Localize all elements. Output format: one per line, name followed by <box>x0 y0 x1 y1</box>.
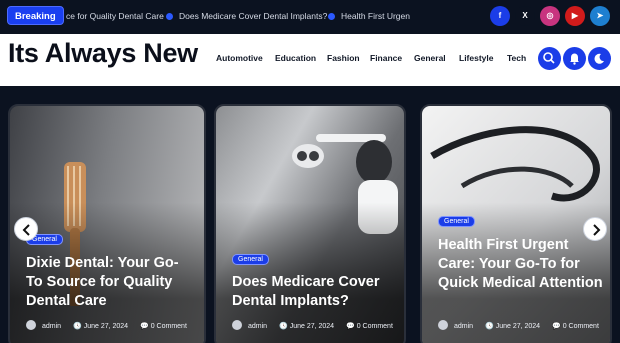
ticker-bullet-icon <box>166 13 173 20</box>
calendar-icon: 🕓 <box>73 323 82 330</box>
nav-item-education[interactable]: Education <box>275 53 316 63</box>
post-meta: admin 🕓 June 27, 2024 💬 0 Comment <box>26 320 187 330</box>
calendar-icon: 🕓 <box>485 323 494 330</box>
bell-icon <box>570 53 579 65</box>
post-title[interactable]: Health First Urgent Care: Your Go-To for… <box>438 236 608 293</box>
breaking-label: Breaking <box>7 6 64 25</box>
comment-count[interactable]: 0 Comment <box>357 323 393 330</box>
youtube-icon[interactable]: ▶ <box>565 6 585 26</box>
post-meta: admin 🕓 June 27, 2024 💬 0 Comment <box>232 320 393 330</box>
x-icon[interactable]: X <box>515 6 535 26</box>
chevron-left-icon <box>22 224 30 236</box>
post-date[interactable]: June 27, 2024 <box>496 323 540 330</box>
search-button[interactable] <box>538 47 561 70</box>
chevron-right-icon <box>593 224 601 236</box>
comment-count[interactable]: 0 Comment <box>151 323 187 330</box>
news-ticker: ce for Quality Dental Care Does Medicare… <box>66 0 410 32</box>
slider-next-button[interactable] <box>583 217 607 241</box>
dark-mode-toggle[interactable] <box>588 47 611 70</box>
search-icon <box>543 52 555 64</box>
category-badge[interactable]: General <box>232 254 269 265</box>
author-avatar <box>26 320 36 330</box>
category-badge[interactable]: General <box>438 216 475 227</box>
author-avatar <box>438 320 448 330</box>
site-logo[interactable]: Its Always New <box>8 38 198 69</box>
telegram-icon[interactable]: ➤ <box>590 6 610 26</box>
author-name[interactable]: admin <box>454 323 473 330</box>
post-title[interactable]: Dixie Dental: Your Go-To Source for Qual… <box>26 254 194 311</box>
post-card[interactable]: General Does Medicare Cover Dental Impla… <box>214 104 406 343</box>
ticker-bullet-icon <box>328 13 335 20</box>
comment-icon: 💬 <box>552 323 561 330</box>
author-avatar <box>232 320 242 330</box>
ticker-item[interactable]: Does Medicare Cover Dental Implants? <box>166 11 327 21</box>
top-bar: Breaking ce for Quality Dental Care Does… <box>0 0 620 32</box>
site-header: Its Always New Automotive Education Fash… <box>0 34 620 86</box>
nav-item-tech[interactable]: Tech <box>507 53 526 63</box>
calendar-icon: 🕓 <box>279 323 288 330</box>
notification-button[interactable] <box>563 47 586 70</box>
nav-item-fashion[interactable]: Fashion <box>327 53 360 63</box>
social-links: f X ◎ ▶ ➤ <box>490 6 610 26</box>
nav-item-finance[interactable]: Finance <box>370 53 402 63</box>
post-date[interactable]: June 27, 2024 <box>84 323 128 330</box>
nav-item-automotive[interactable]: Automotive <box>216 53 263 63</box>
instagram-icon[interactable]: ◎ <box>540 6 560 26</box>
author-name[interactable]: admin <box>42 323 61 330</box>
featured-slider: General Dixie Dental: Your Go-To Source … <box>0 104 620 343</box>
ticker-item[interactable]: ce for Quality Dental Care <box>66 11 164 21</box>
post-date[interactable]: June 27, 2024 <box>290 323 334 330</box>
comment-count[interactable]: 0 Comment <box>563 323 599 330</box>
post-title[interactable]: Does Medicare Cover Dental Implants? <box>232 273 402 311</box>
comment-icon: 💬 <box>346 323 355 330</box>
slider-prev-button[interactable] <box>14 217 38 241</box>
moon-icon <box>594 53 604 64</box>
nav-item-lifestyle[interactable]: Lifestyle <box>459 53 494 63</box>
ticker-item[interactable]: Health First Urgen <box>328 11 410 21</box>
post-meta: admin 🕓 June 27, 2024 💬 0 Comment <box>438 320 599 330</box>
nav-item-general[interactable]: General <box>414 53 446 63</box>
facebook-icon[interactable]: f <box>490 6 510 26</box>
comment-icon: 💬 <box>140 323 149 330</box>
author-name[interactable]: admin <box>248 323 267 330</box>
